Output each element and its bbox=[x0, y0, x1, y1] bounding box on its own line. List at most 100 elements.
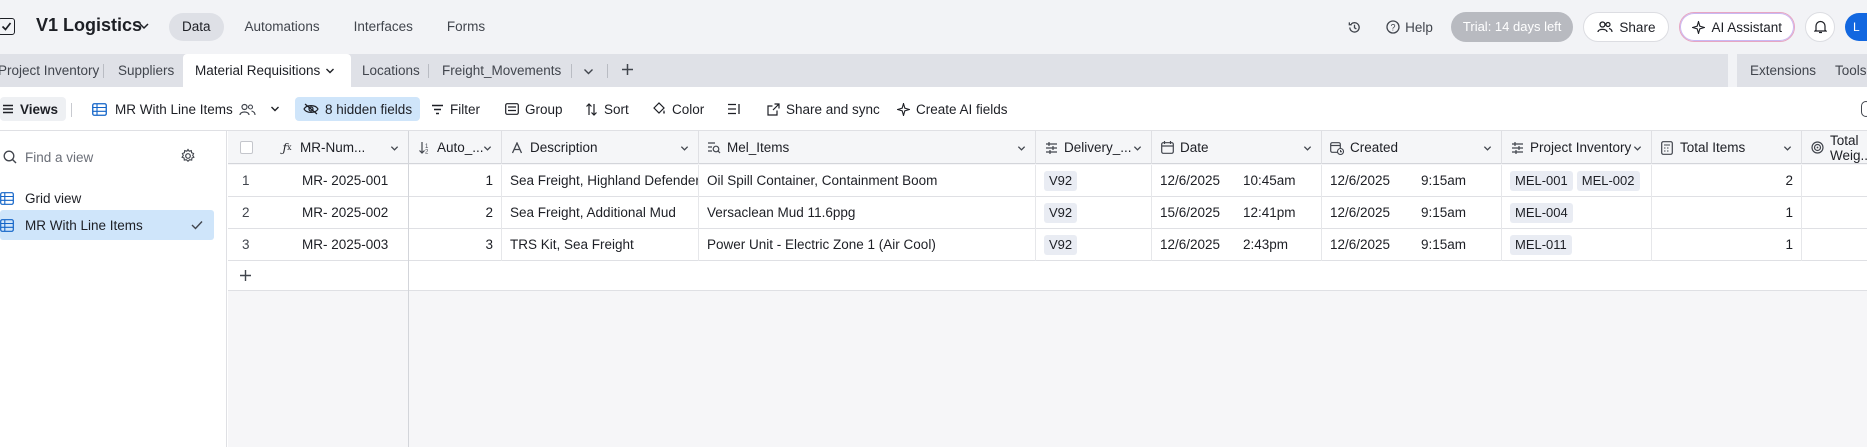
cell-mel-items[interactable]: Power Unit - Electric Zone 1 (Air Cool) bbox=[699, 229, 1036, 261]
sidebar-view-mr-with-line-items[interactable]: MR With Line Items bbox=[0, 210, 214, 240]
ai-assistant-button[interactable]: AI Assistant bbox=[1679, 12, 1795, 42]
cell-total-weight[interactable] bbox=[1802, 197, 1867, 229]
help-button[interactable]: ? Help bbox=[1378, 20, 1441, 35]
cell-created[interactable]: 12/6/2025 9:15am bbox=[1322, 229, 1502, 261]
cell-description[interactable]: TRS Kit, Sea Freight bbox=[502, 229, 699, 261]
cell-delivery[interactable]: V92 bbox=[1036, 229, 1152, 261]
base-name[interactable]: V1 Logistics bbox=[36, 15, 142, 36]
cell-total-weight[interactable] bbox=[1802, 229, 1867, 261]
table-tab-project-inventory[interactable]: Project Inventory bbox=[0, 54, 99, 87]
gear-icon[interactable] bbox=[180, 148, 196, 164]
find-view-input[interactable]: Find a view bbox=[0, 145, 205, 171]
chevron-down-icon[interactable] bbox=[138, 20, 150, 32]
trial-badge[interactable]: Trial: 14 days left bbox=[1450, 12, 1574, 42]
color-button[interactable]: Color bbox=[652, 97, 704, 121]
cell-total-weight[interactable] bbox=[1802, 165, 1867, 197]
nav-tab-data[interactable]: Data bbox=[169, 13, 224, 41]
group-button[interactable]: Group bbox=[505, 97, 563, 121]
chevron-down-icon[interactable] bbox=[1783, 144, 1792, 153]
linked-record-chip[interactable]: MEL-002 bbox=[1576, 171, 1640, 192]
chevron-down-icon[interactable] bbox=[1633, 144, 1642, 153]
cell-date[interactable]: 12/6/2025 2:43pm bbox=[1152, 229, 1322, 261]
cell-date[interactable]: 12/6/2025 10:45am bbox=[1152, 165, 1322, 197]
column-header-created[interactable]: Created bbox=[1322, 131, 1502, 164]
share-button[interactable]: Share bbox=[1583, 12, 1670, 42]
cell-description[interactable]: Sea Freight, Highland Defender bbox=[502, 165, 699, 197]
cell-auto-number[interactable]: 1 bbox=[409, 165, 502, 197]
chevron-down-icon[interactable] bbox=[1133, 144, 1142, 153]
table-tab-material-requisitions[interactable]: Material Requisitions bbox=[183, 54, 351, 87]
views-toggle-button[interactable]: Views bbox=[0, 97, 67, 121]
linked-record-chip[interactable]: V92 bbox=[1044, 171, 1078, 192]
cell-total-items[interactable]: 2 bbox=[1652, 165, 1802, 197]
table-tab-locations[interactable]: Locations bbox=[362, 54, 420, 87]
linked-record-chip[interactable]: V92 bbox=[1044, 235, 1078, 256]
create-ai-fields-button[interactable]: Create AI fields bbox=[897, 97, 1008, 121]
column-header-mel-items[interactable]: Mel_Items bbox=[699, 131, 1036, 164]
share-sync-button[interactable]: Share and sync bbox=[767, 97, 880, 121]
extensions-button[interactable]: Extensions bbox=[1750, 54, 1816, 87]
cell-total-items[interactable]: 1 bbox=[1652, 197, 1802, 229]
cell-created[interactable]: 12/6/2025 9:15am bbox=[1322, 197, 1502, 229]
history-icon[interactable] bbox=[1340, 13, 1368, 41]
cell-created[interactable]: 12/6/2025 9:15am bbox=[1322, 165, 1502, 197]
select-all-cell[interactable] bbox=[228, 131, 272, 164]
linked-record-chip[interactable]: MEL-011 bbox=[1510, 235, 1572, 256]
frozen-column-divider[interactable] bbox=[408, 131, 409, 447]
add-table-icon[interactable] bbox=[620, 62, 635, 77]
add-record-row[interactable] bbox=[228, 261, 1867, 291]
chevron-down-icon[interactable] bbox=[1303, 144, 1312, 153]
plus-icon[interactable] bbox=[238, 268, 253, 283]
user-avatar[interactable]: L bbox=[1845, 13, 1867, 41]
notifications-button[interactable] bbox=[1805, 12, 1835, 42]
cell-delivery[interactable]: V92 bbox=[1036, 165, 1152, 197]
cell-project-inventory[interactable]: MEL-001 MEL-002 bbox=[1502, 165, 1652, 197]
cell-description[interactable]: Sea Freight, Additional Mud bbox=[502, 197, 699, 229]
column-header-total-weight[interactable]: Total Weig... bbox=[1802, 131, 1867, 164]
cell-delivery[interactable]: V92 bbox=[1036, 197, 1152, 229]
linked-record-chip[interactable]: V92 bbox=[1044, 203, 1078, 224]
column-header-mr-number[interactable]: ƒx MR-Num... bbox=[272, 131, 409, 164]
filter-button[interactable]: Filter bbox=[431, 97, 480, 121]
cell-mr-number[interactable]: MR- 2025-002 bbox=[272, 197, 409, 229]
chevron-down-icon[interactable] bbox=[1483, 144, 1492, 153]
base-logo-icon[interactable] bbox=[0, 18, 15, 35]
linked-record-chip[interactable]: MEL-001 bbox=[1510, 171, 1573, 192]
hidden-fields-button[interactable]: 8 hidden fields bbox=[295, 97, 421, 121]
chevron-down-icon[interactable] bbox=[1017, 144, 1026, 153]
table-tab-freight-movements[interactable]: Freight_Movements bbox=[442, 54, 561, 87]
linked-record-chip[interactable]: MEL-004 bbox=[1510, 203, 1573, 224]
column-header-description[interactable]: Description bbox=[502, 131, 699, 164]
column-header-total-items[interactable]: Total Items bbox=[1652, 131, 1802, 164]
chevron-down-icon[interactable] bbox=[680, 144, 689, 153]
cell-auto-number[interactable]: 3 bbox=[409, 229, 502, 261]
tools-button[interactable]: Tools bbox=[1835, 54, 1867, 87]
table-row[interactable]: 3 MR- 2025-003 3 TRS Kit, Sea Freight Po… bbox=[228, 229, 1867, 261]
cell-date[interactable]: 15/6/2025 12:41pm bbox=[1152, 197, 1322, 229]
cell-project-inventory[interactable]: MEL-011 bbox=[1502, 229, 1652, 261]
chevron-down-icon[interactable] bbox=[390, 144, 399, 153]
chevron-down-icon[interactable] bbox=[325, 66, 335, 76]
chevron-down-icon[interactable] bbox=[270, 104, 280, 114]
cell-total-items[interactable]: 1 bbox=[1652, 229, 1802, 261]
cell-auto-number[interactable]: 2 bbox=[409, 197, 502, 229]
nav-tab-forms[interactable]: Forms bbox=[434, 13, 498, 41]
select-all-checkbox[interactable] bbox=[240, 141, 253, 154]
table-row[interactable]: 1 MR- 2025-001 1 Sea Freight, Highland D… bbox=[228, 165, 1867, 197]
cell-project-inventory[interactable]: MEL-004 bbox=[1502, 197, 1652, 229]
table-tab-suppliers[interactable]: Suppliers bbox=[118, 54, 174, 87]
row-height-button[interactable] bbox=[727, 97, 741, 121]
current-view-button[interactable]: MR With Line Items bbox=[92, 97, 280, 121]
column-header-auto-number[interactable]: 12 Auto_... bbox=[409, 131, 502, 164]
column-header-delivery[interactable]: Delivery_... bbox=[1036, 131, 1152, 164]
table-row[interactable]: 2 MR- 2025-002 2 Sea Freight, Additional… bbox=[228, 197, 1867, 229]
chevron-down-icon[interactable] bbox=[483, 144, 492, 153]
nav-tab-interfaces[interactable]: Interfaces bbox=[341, 13, 426, 41]
search-icon[interactable] bbox=[1861, 101, 1867, 117]
cell-mr-number[interactable]: MR- 2025-003 bbox=[272, 229, 409, 261]
all-tables-chevron-icon[interactable] bbox=[583, 66, 594, 77]
cell-mel-items[interactable]: Versaclean Mud 11.6ppg bbox=[699, 197, 1036, 229]
sort-button[interactable]: Sort bbox=[585, 97, 629, 121]
cell-mel-items[interactable]: Oil Spill Container, Containment Boom bbox=[699, 165, 1036, 197]
sidebar-view-grid[interactable]: Grid view bbox=[0, 183, 214, 213]
